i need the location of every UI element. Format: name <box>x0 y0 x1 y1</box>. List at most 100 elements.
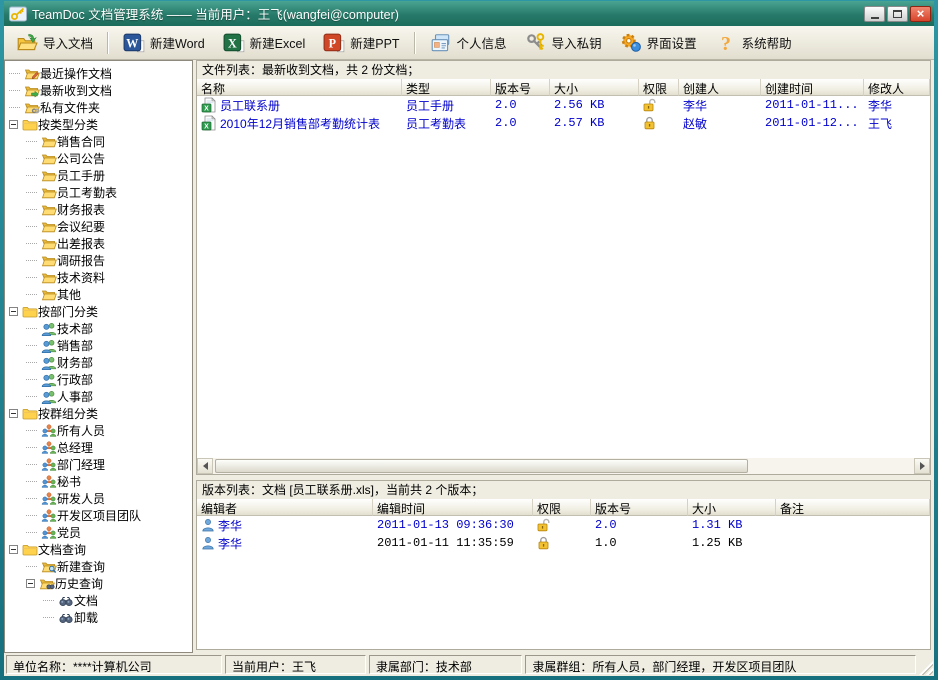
file-row[interactable]: X2010年12月销售部考勤统计表员工考勤表2.02.57 KB赵敏2011-0… <box>197 114 930 132</box>
toolbar-button-label: 界面设置 <box>647 33 697 52</box>
tree-item-group-all[interactable]: 所有人员 <box>6 422 192 439</box>
tree-item-travel-report[interactable]: 出差报表 <box>6 235 192 252</box>
cell-text: 2.57 KB <box>554 116 604 130</box>
tree-item-private-folder[interactable]: 私有文件夹 <box>6 99 192 116</box>
tree-item-dept-sales[interactable]: 销售部 <box>6 337 192 354</box>
tree-item-group-party[interactable]: 党员 <box>6 524 192 541</box>
version-list-column-header-editor[interactable]: 编辑者 <box>197 499 373 516</box>
tree-item-history-query[interactable]: 历史查询 <box>6 575 192 592</box>
toolbar-button-import-doc[interactable]: 导入文档 <box>8 28 101 58</box>
file-list-column-header-created[interactable]: 创建时间 <box>761 79 864 96</box>
scroll-track[interactable] <box>213 458 914 474</box>
version-list-column-header-version[interactable]: 版本号 <box>591 499 688 516</box>
close-button[interactable]: × <box>910 6 931 22</box>
tree-item-by-dept[interactable]: 按部门分类 <box>6 303 192 320</box>
toolbar-button-personal-info[interactable]: 个人信息 <box>422 28 515 58</box>
tree-item-tech-material[interactable]: 技术资料 <box>6 269 192 286</box>
tree-item-received-docs[interactable]: 最新收到文档 <box>6 82 192 99</box>
toolbar-button-ui-settings[interactable]: 界面设置 <box>612 28 705 58</box>
tree-item-group-dept-manager[interactable]: 部门经理 <box>6 456 192 473</box>
tree-item-meeting-minutes[interactable]: 会议纪要 <box>6 218 192 235</box>
tree-item-query-unload[interactable]: 卸载 <box>6 609 192 626</box>
lock-open-icon <box>643 98 656 112</box>
tree-item-group-devzone-team[interactable]: 开发区项目团队 <box>6 507 192 524</box>
gears-icon <box>620 32 642 54</box>
tree-expander-minus[interactable] <box>9 545 18 554</box>
scroll-thumb[interactable] <box>215 459 748 473</box>
version-row[interactable]: 李华2011-01-11 11:35:591.01.25 KB <box>197 534 930 552</box>
toolbar-button-new-word[interactable]: W新建Word <box>115 28 213 58</box>
tree-item-new-query[interactable]: 新建查询 <box>6 558 192 575</box>
tree-item-other[interactable]: 其他 <box>6 286 192 303</box>
tree-item-group-secretary[interactable]: 秘书 <box>6 473 192 490</box>
toolbar-button-import-private-key[interactable]: 导入私钥 <box>517 28 610 58</box>
tree-item-label: 按类型分类 <box>38 116 98 133</box>
version-cell-note <box>776 516 930 534</box>
tree-item-research-report[interactable]: 调研报告 <box>6 252 192 269</box>
file-list-column-header-version[interactable]: 版本号 <box>491 79 550 96</box>
file-row[interactable]: X员工联系册员工手册2.02.56 KB李华2011-01-11...李华 <box>197 96 930 114</box>
tree-expander-minus[interactable] <box>26 579 35 588</box>
tree-item-company-notice[interactable]: 公司公告 <box>6 150 192 167</box>
tree-item-employee-handbook[interactable]: 员工手册 <box>6 167 192 184</box>
version-list-column-header-permission[interactable]: 权限 <box>533 499 591 516</box>
maximize-button[interactable] <box>887 6 908 22</box>
file-list-column-header-size[interactable]: 大小 <box>550 79 639 96</box>
toolbar-button-label: 系统帮助 <box>742 33 792 52</box>
tree-expander-minus[interactable] <box>9 409 18 418</box>
toolbar-button-new-ppt[interactable]: P新建PPT <box>315 28 407 58</box>
tree-expander-minus[interactable] <box>9 307 18 316</box>
version-row[interactable]: 李华2011-01-13 09:36:302.01.31 KB <box>197 516 930 534</box>
folder-chain-icon <box>24 100 40 116</box>
tree-item-doc-query[interactable]: 文档查询 <box>6 541 192 558</box>
binoculars-icon <box>58 593 74 609</box>
folder-tree: 最近操作文档最新收到文档私有文件夹按类型分类销售合同公司公告员工手册员工考勤表财… <box>4 60 193 653</box>
tree-item-recent-docs[interactable]: 最近操作文档 <box>6 65 192 82</box>
titlebar[interactable]: TeamDoc 文档管理系统 —— 当前用户：王飞(wangfei@comput… <box>4 1 934 26</box>
version-list-column-header-size[interactable]: 大小 <box>688 499 776 516</box>
file-list-hscrollbar[interactable] <box>197 458 930 474</box>
version-cell-size: 1.25 KB <box>688 534 776 552</box>
file-list-column-header-creator[interactable]: 创建人 <box>679 79 761 96</box>
tree-item-group-rd[interactable]: 研发人员 <box>6 490 192 507</box>
excel-document-icon: X <box>201 97 217 113</box>
toolbar-button-system-help[interactable]: ?系统帮助 <box>707 28 800 58</box>
people-icon <box>41 372 57 388</box>
resize-grip[interactable] <box>919 661 933 675</box>
tree-item-label: 新建查询 <box>57 558 105 575</box>
folder-search-icon <box>41 559 57 575</box>
scroll-left-arrow[interactable] <box>197 458 213 474</box>
tree-item-finance-report[interactable]: 财务报表 <box>6 201 192 218</box>
tree-item-dept-admin[interactable]: 行政部 <box>6 371 192 388</box>
tree-item-label: 秘书 <box>57 473 81 490</box>
version-list-column-header-note[interactable]: 备注 <box>776 499 930 516</box>
tree-item-dept-tech[interactable]: 技术部 <box>6 320 192 337</box>
tree-item-dept-finance[interactable]: 财务部 <box>6 354 192 371</box>
file-list-column-header-modifier[interactable]: 修改人 <box>864 79 930 96</box>
tree-item-by-group[interactable]: 按群组分类 <box>6 405 192 422</box>
tree-item-dept-hr[interactable]: 人事部 <box>6 388 192 405</box>
group-icon <box>41 423 57 439</box>
toolbar-button-label: 导入文档 <box>43 33 93 52</box>
tree-item-by-type[interactable]: 按类型分类 <box>6 116 192 133</box>
minimize-icon <box>871 17 879 19</box>
minimize-button[interactable] <box>864 6 885 22</box>
toolbar-button-new-excel[interactable]: X新建Excel <box>215 28 314 58</box>
tree-connector-line <box>26 345 37 346</box>
file-list-column-header-permission[interactable]: 权限 <box>639 79 679 96</box>
app-window: TeamDoc 文档管理系统 —— 当前用户：王飞(wangfei@comput… <box>0 0 938 680</box>
app-key-icon <box>9 6 27 22</box>
version-list-column-header-time[interactable]: 编辑时间 <box>373 499 533 516</box>
tree-item-attendance-sheet[interactable]: 员工考勤表 <box>6 184 192 201</box>
tree-item-group-gm[interactable]: 总经理 <box>6 439 192 456</box>
folder-closed-icon <box>22 542 38 558</box>
scroll-right-arrow[interactable] <box>914 458 930 474</box>
tree-item-sales-contract[interactable]: 销售合同 <box>6 133 192 150</box>
file-list-column-header-name[interactable]: 名称 <box>197 79 402 96</box>
toolbar-separator <box>414 32 416 54</box>
tree-item-query-doc[interactable]: 文档 <box>6 592 192 609</box>
tree-expander-minus[interactable] <box>9 120 18 129</box>
file-list-column-header-type[interactable]: 类型 <box>402 79 491 96</box>
tree-connector-line <box>26 158 37 159</box>
tree-item-label: 员工手册 <box>57 167 105 184</box>
